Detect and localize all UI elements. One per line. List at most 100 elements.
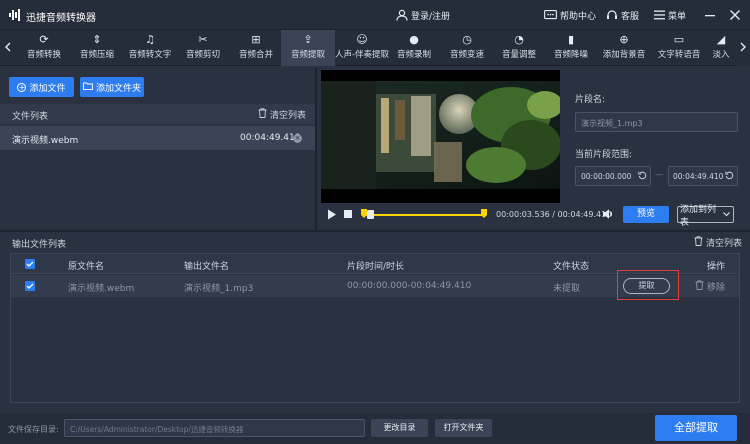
menu-label: 菜单 — [668, 11, 687, 22]
customer-service-button[interactable]: 客服 — [606, 7, 639, 23]
select-all-checkbox[interactable] — [25, 259, 35, 269]
login-label: 登录/注册 — [411, 11, 451, 22]
tool-audio-to-text[interactable]: ♫ 音频转文字 — [122, 30, 178, 66]
clear-output-list-button[interactable]: 清空列表 — [694, 236, 742, 249]
add-to-list-label: 添加到列表 — [680, 204, 717, 228]
row-range: 00:00:00.000-00:04:49.410 — [347, 281, 472, 291]
file-list-title: 文件列表 — [12, 112, 49, 122]
extract-all-button[interactable]: 全部提取 — [655, 415, 737, 441]
remove-file-icon[interactable]: × — [293, 134, 302, 143]
change-dir-button[interactable]: 更改目录 — [371, 419, 428, 437]
convert-icon: ⟳ — [39, 33, 49, 46]
tool-audio-compress[interactable]: ⇕ 音频压缩 — [69, 30, 125, 66]
output-list-title: 输出文件列表 — [12, 240, 67, 250]
folder-icon — [83, 82, 93, 93]
tool-label: 音频录制 — [396, 50, 431, 60]
speed-icon: ◷ — [462, 33, 472, 46]
headset-icon — [606, 9, 618, 21]
volume-icon[interactable] — [602, 208, 614, 220]
segment-name-input[interactable]: 演示视频_1.mp3 — [575, 112, 738, 132]
tool-audio-cut[interactable]: ✂ 音频剪切 — [175, 30, 231, 66]
add-file-label: 添加文件 — [29, 83, 66, 94]
tool-vocal-accompaniment[interactable]: ☺ 人声-伴奏提取 — [333, 30, 391, 66]
add-folder-label: 添加文件夹 — [95, 83, 141, 94]
left-panel: + 添加文件 添加文件夹 文件列表 清空列表 演示视频.webm 00:04:4… — [0, 68, 315, 230]
clear-output-label: 清空列表 — [706, 239, 743, 249]
compress-icon: ⇕ — [92, 33, 102, 46]
segment-start-value: 00:00:00.000 — [581, 171, 632, 181]
add-music-icon: ⊕ — [619, 33, 629, 46]
column-source: 原文件名 — [68, 262, 105, 272]
tool-label: 淡入 — [712, 50, 730, 60]
play-button[interactable] — [327, 209, 337, 220]
tool-label: 添加背景音 — [602, 50, 646, 60]
tool-audio-record[interactable]: ● 音频录制 — [386, 30, 442, 66]
time-readout: 00:00:03.536 / 00:04:49.410 — [496, 210, 611, 219]
open-folder-button[interactable]: 打开文件夹 — [435, 419, 492, 437]
tool-label: 音频转换 — [26, 50, 61, 60]
app-title: 迅捷音频转换器 — [26, 13, 96, 24]
tool-text-to-speech[interactable]: ▭ 文字转语音 — [651, 30, 707, 66]
login-button[interactable]: 登录/注册 — [396, 7, 450, 23]
tool-audio-convert[interactable]: ⟳ 音频转换 — [16, 30, 72, 66]
segment-end-input[interactable]: 00:04:49.410 — [668, 166, 738, 186]
column-output: 输出文件名 — [184, 262, 230, 272]
video-preview — [321, 70, 560, 203]
section-divider — [0, 230, 750, 232]
row-source-name: 演示视频.webm — [68, 284, 135, 294]
row-output-name: 演示视频_1.mp3 — [184, 284, 254, 294]
stop-button[interactable] — [344, 210, 352, 218]
toolbar-scroll-right-button[interactable] — [736, 30, 750, 66]
add-folder-button[interactable]: 添加文件夹 — [80, 77, 144, 97]
clear-list-label: 清空列表 — [270, 111, 307, 121]
column-actions: 操作 — [707, 262, 726, 272]
segment-range-label: 当前片段范围: — [575, 150, 633, 160]
add-to-list-dropdown[interactable]: 添加到列表 — [677, 205, 734, 228]
vocal-icon: ☺ — [356, 33, 368, 46]
playhead[interactable] — [367, 210, 374, 219]
tool-audio-merge[interactable]: ⊞ 音频合并 — [228, 30, 284, 66]
chevron-right-icon — [740, 42, 746, 55]
tool-add-background-music[interactable]: ⊕ 添加背景音 — [596, 30, 652, 66]
tool-label: 音频压缩 — [79, 50, 114, 60]
minimize-button[interactable] — [703, 8, 717, 22]
user-icon — [396, 9, 408, 21]
trim-end-handle[interactable] — [481, 209, 487, 221]
segment-name-label: 片段名: — [575, 95, 606, 105]
remove-row-button[interactable]: 移除 — [695, 280, 725, 293]
customer-service-label: 客服 — [621, 11, 640, 22]
reset-start-icon[interactable] — [638, 171, 647, 182]
table-row[interactable]: 演示视频.webm 演示视频_1.mp3 00:00:00.000-00:04:… — [11, 270, 739, 300]
segment-start-input[interactable]: 00:00:00.000 — [575, 166, 651, 186]
close-button[interactable] — [728, 8, 742, 22]
chat-icon — [544, 9, 557, 21]
noise-icon: ▮ — [567, 33, 575, 46]
time-separator: / — [552, 210, 555, 219]
tool-volume-adjust[interactable]: ◔ 音量调整 — [491, 30, 547, 66]
menu-button[interactable]: 菜单 — [654, 7, 686, 23]
chevron-left-icon — [5, 42, 11, 55]
file-duration: 00:04:49.410 — [240, 133, 301, 143]
tool-audio-speed[interactable]: ◷ 音频变速 — [439, 30, 495, 66]
segment-end-value: 00:04:49.410 — [673, 171, 724, 181]
tool-label: 音频转文字 — [128, 50, 172, 60]
preview-button[interactable]: 预览 — [623, 206, 669, 223]
merge-icon: ⊞ — [251, 33, 261, 46]
file-name: 演示视频.webm — [12, 136, 79, 146]
help-center-button[interactable]: 帮助中心 — [544, 7, 596, 23]
tool-fade-in[interactable]: ◢ 淡入 — [706, 30, 736, 66]
tool-audio-extract[interactable]: ⇪ 音频提取 — [281, 30, 335, 66]
tool-label: 音频降噪 — [553, 50, 588, 60]
clear-file-list-button[interactable]: 清空列表 — [258, 108, 306, 121]
toolbar-scroll-left-button[interactable] — [0, 30, 16, 66]
reset-end-icon[interactable] — [725, 171, 734, 182]
timeline-track[interactable] — [365, 214, 485, 216]
file-list-item[interactable]: 演示视频.webm 00:04:49.410 × — [0, 126, 315, 150]
extract-button[interactable]: 提取 — [623, 278, 670, 294]
row-checkbox[interactable] — [25, 281, 35, 291]
trash-icon — [695, 280, 704, 293]
extract-icon: ⇪ — [303, 33, 313, 46]
add-file-button[interactable]: + 添加文件 — [9, 77, 74, 97]
save-path-field[interactable]: C:/Users/Administrator/Desktop/迅捷音频转换器 — [64, 419, 365, 437]
tool-noise-reduction[interactable]: ▮ 音频降噪 — [543, 30, 599, 66]
